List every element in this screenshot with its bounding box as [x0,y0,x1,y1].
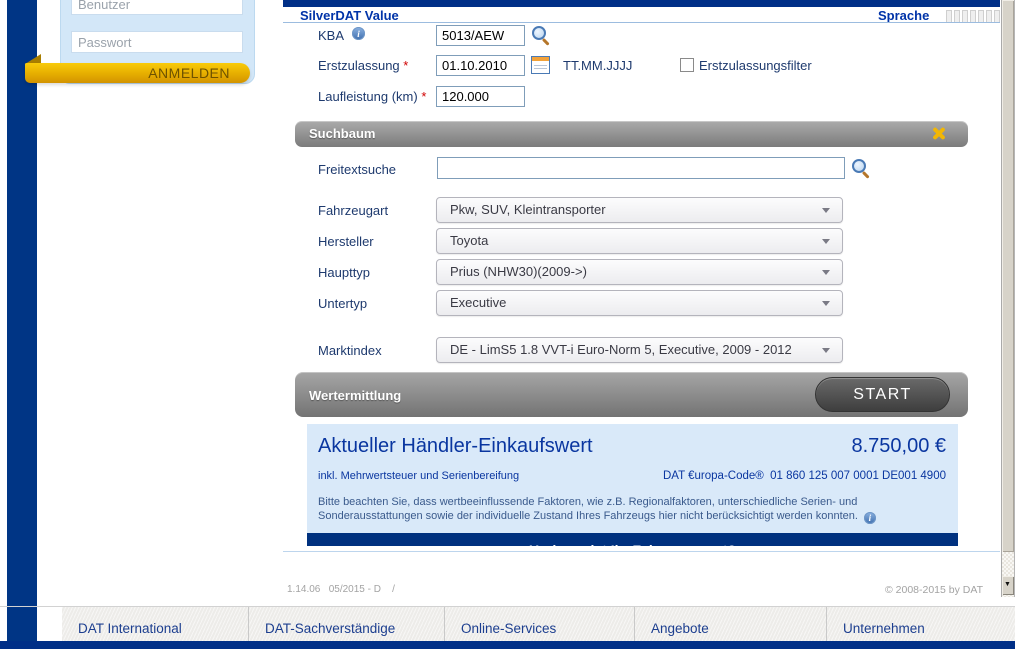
suchbaum-section-bar: Suchbaum [295,121,968,147]
hersteller-dropdown[interactable]: Toyota [436,228,843,254]
haupttyp-value: Prius (NHW30)(2009->) [450,264,587,279]
bottom-navy-bar [0,641,1015,649]
result-value: 8.750,00 € [851,435,946,458]
footer-link-dat-international[interactable]: DAT International [62,607,248,641]
footer-link-angebote[interactable]: Angebote [634,607,826,641]
marktindex-dropdown[interactable]: DE - LimS5 1.8 VVT-i Euro-Norm 5, Execut… [436,337,843,363]
scrollbar-track[interactable] [1001,0,1015,597]
result-bottom-banner: Und was ist Ihr Fahrzeug wert? [307,533,958,546]
content-bottom-divider [283,551,1000,552]
fahrzeugart-label: Fahrzeugart [318,203,388,218]
version-info: 1.14.06 05/2015 - D / [287,584,395,595]
chevron-down-icon [822,208,830,213]
laufleistung-label-text: Laufleistung (km) [318,89,418,104]
left-accent-bar [7,0,37,641]
magnifier-handle [542,38,550,46]
result-notice: Bitte beachten Sie, dass wertbeeinflusse… [318,495,878,524]
magnifier-handle [862,171,870,179]
chevron-down-icon [822,348,830,353]
footer-link-dat-sachverstaendige[interactable]: DAT-Sachverständige [248,607,444,641]
fahrzeugart-dropdown[interactable]: Pkw, SUV, Kleintransporter [436,197,843,223]
result-title: Aktueller Händler-Einkaufswert [318,435,593,458]
erstzulassung-label: Erstzulassung * [318,58,408,73]
result-panel: Aktueller Händler-Einkaufswert 8.750,00 … [307,424,958,546]
required-asterisk: * [403,58,408,73]
chevron-down-icon [822,270,830,275]
footer-nav: DAT International DAT-Sachverständige On… [62,607,1015,641]
scrollbar-down-button[interactable] [1002,576,1014,595]
erstzulassung-label-text: Erstzulassung [318,58,400,73]
laufleistung-label: Laufleistung (km) * [318,89,426,104]
wertermittlung-section-title: Wertermittlung [309,388,401,403]
kba-label: KBA [318,28,344,43]
footer-link-unternehmen[interactable]: Unternehmen [826,607,1015,641]
required-asterisk: * [421,89,426,104]
haupttyp-dropdown[interactable]: Prius (NHW30)(2009->) [436,259,843,285]
calendar-icon[interactable] [531,56,550,74]
erstzulassungsfilter-checkbox[interactable] [680,58,694,72]
scrollbar-thumb[interactable] [1002,0,1014,552]
top-navy-bar [283,0,1000,7]
header-divider [283,22,1000,23]
notice-info-icon[interactable] [864,512,876,524]
banner-clipped-text: Und was ist Ihr Fahrzeug wert? [307,542,958,546]
start-button[interactable]: START [815,377,950,412]
result-subtitle: inkl. Mehrwertsteuer und Serienbereifung [318,470,519,482]
app-title: SilverDAT Value [300,8,399,23]
untertyp-value: Executive [450,295,506,310]
laufleistung-input[interactable] [436,86,525,107]
hersteller-value: Toyota [450,233,488,248]
hersteller-label: Hersteller [318,234,374,249]
kba-input[interactable] [436,25,525,46]
marktindex-value: DE - LimS5 1.8 VVT-i Euro-Norm 5, Execut… [450,342,792,357]
kba-search-icon[interactable] [531,25,551,45]
anmelden-button[interactable]: ANMELDEN [25,63,250,83]
kba-info-icon[interactable] [352,27,365,40]
close-icon[interactable] [931,126,946,141]
europa-code: DAT €uropa-Code® 01 860 125 007 0001 DE0… [663,470,946,482]
footer-link-online-services[interactable]: Online-Services [444,607,634,641]
untertyp-dropdown[interactable]: Executive [436,290,843,316]
fahrzeugart-value: Pkw, SUV, Kleintransporter [450,202,606,217]
silverdat-value-page: ANMELDEN SilverDAT Value Sprache KBA Ers… [0,0,1015,649]
wertermittlung-section-bar: Wertermittlung START [295,372,968,417]
marktindex-label: Marktindex [318,343,382,358]
date-format-hint: TT.MM.JJJJ [563,58,632,73]
copyright: © 2008-2015 by DAT [885,584,983,596]
europa-code-label: DAT €uropa-Code® [663,470,764,482]
language-menu[interactable]: Sprache [878,8,929,23]
username-input[interactable] [71,0,243,15]
untertyp-label: Untertyp [318,296,367,311]
freitextsuche-input[interactable] [437,157,845,179]
erstzulassungsfilter-label: Erstzulassungsfilter [699,58,812,73]
erstzulassung-input[interactable] [436,55,525,76]
haupttyp-label: Haupttyp [318,265,370,280]
result-notice-text: Bitte beachten Sie, dass wertbeeinflusse… [318,496,858,522]
password-input[interactable] [71,31,243,53]
freitextsuche-search-icon[interactable] [851,158,871,178]
europa-code-value: 01 860 125 007 0001 DE001 4900 [770,470,946,482]
suchbaum-section-title: Suchbaum [309,126,375,141]
freitextsuche-label: Freitextsuche [318,162,396,177]
chevron-down-icon [822,239,830,244]
chevron-down-icon [822,301,830,306]
